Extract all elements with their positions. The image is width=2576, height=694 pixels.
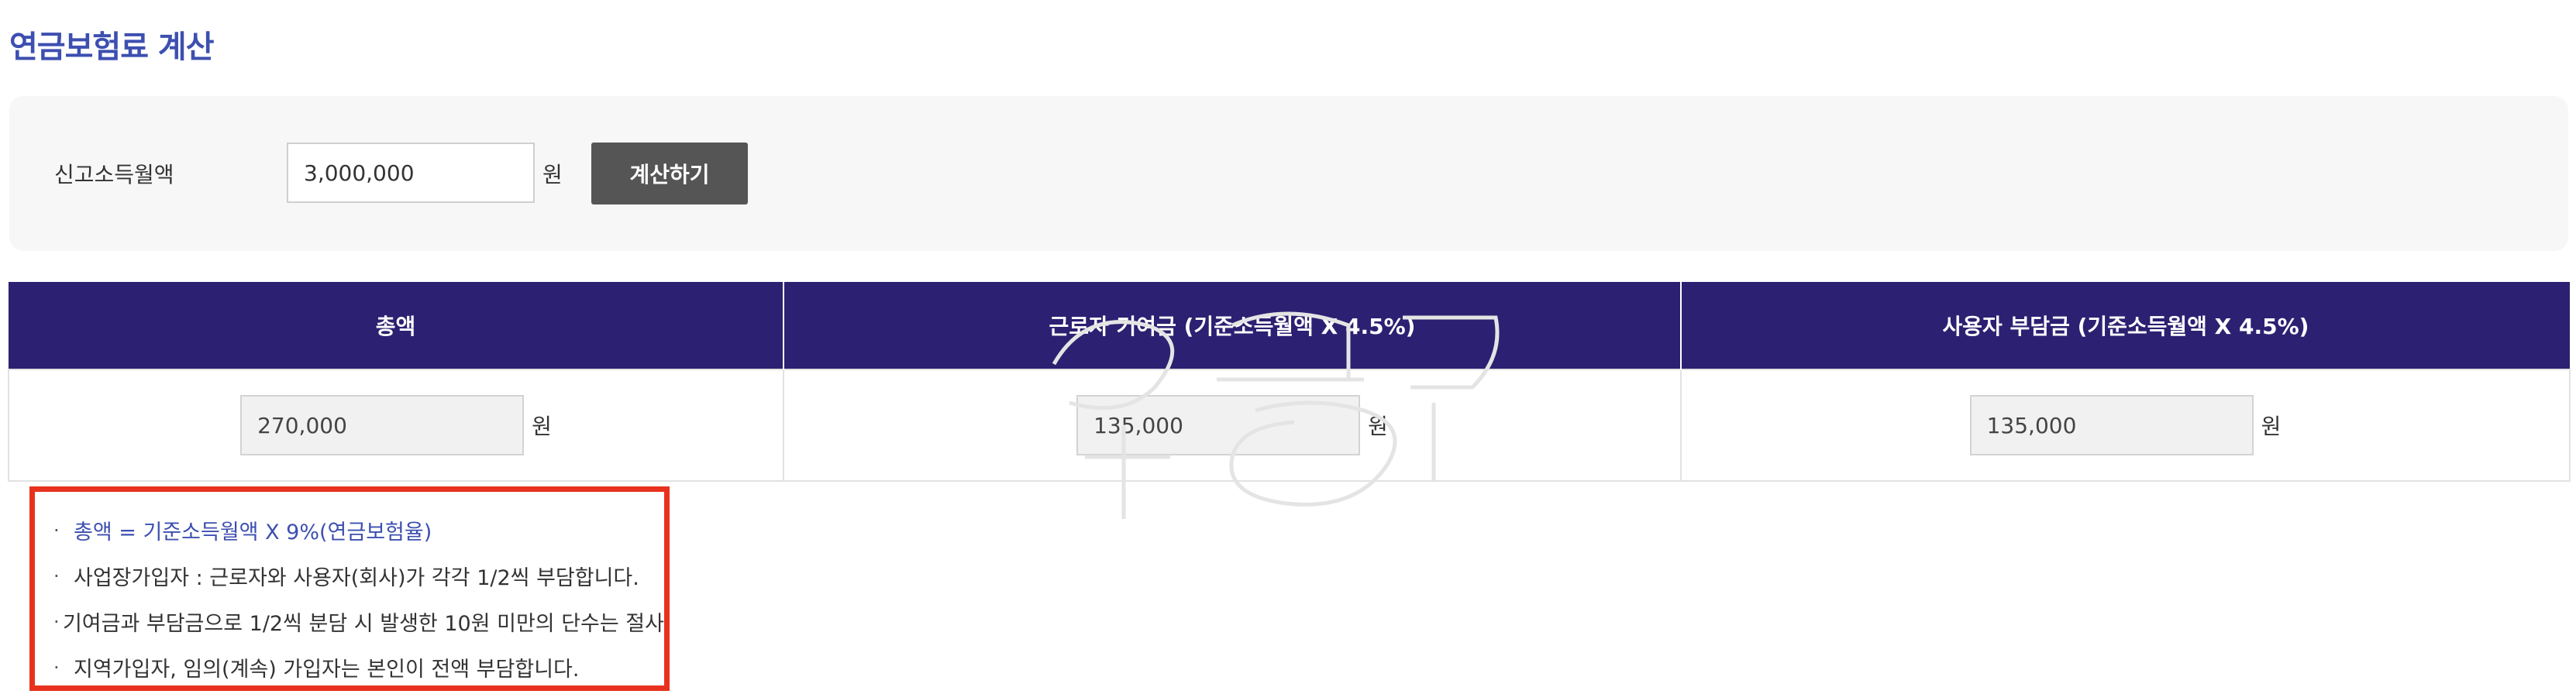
note-text: 기여금과 부담금으로 1/2씩 분담 시 발생한 10원 미만의 단수는 절사 — [62, 612, 664, 636]
notes-highlight-box: · 총액 = 기준소득월액 X 9%(연금보험율) · 사업장가입자 : 근로자… — [29, 486, 670, 691]
employee-amount-field[interactable] — [1076, 395, 1361, 455]
note-text: 사업장가입자 : 근로자와 사용자(회사)가 각각 1/2씩 부담합니다. — [74, 566, 639, 590]
result-table-header-row: 총액 근로자 기여금 (기준소득월액 X 4.5%) 사용자 부담금 (기준소득… — [9, 282, 2570, 369]
note-item: · 지역가입자, 임의(계속) 가입자는 본인이 전액 부담합니다. — [53, 644, 664, 690]
table-row: 원 원 원 — [8, 369, 2571, 482]
income-label: 신고소득월액 — [54, 162, 174, 187]
income-input-panel: 신고소득월액 원 계산하기 — [9, 96, 2568, 251]
calculate-button[interactable]: 계산하기 — [591, 143, 748, 204]
employer-cell: 원 — [1680, 369, 2571, 482]
total-unit-label: 원 — [532, 414, 552, 439]
note-bullet: · — [53, 610, 60, 633]
total-amount-field[interactable] — [240, 395, 525, 455]
page-title: 연금보험료 계산 — [9, 29, 215, 65]
header-total: 총액 — [9, 282, 784, 369]
income-unit-label: 원 — [542, 162, 563, 187]
note-bullet: · — [53, 519, 60, 541]
note-bullet: · — [53, 565, 60, 587]
employer-unit-label: 원 — [2261, 414, 2282, 439]
note-text: 지역가입자, 임의(계속) 가입자는 본인이 전액 부담합니다. — [74, 658, 580, 682]
note-item: · 사업장가입자 : 근로자와 사용자(회사)가 각각 1/2씩 부담합니다. — [53, 553, 664, 599]
note-item: · 총액 = 기준소득월액 X 9%(연금보험율) — [53, 507, 664, 553]
total-cell: 원 — [8, 369, 784, 482]
employer-amount-field[interactable] — [1969, 395, 2254, 455]
employee-unit-label: 원 — [1368, 414, 1388, 439]
result-table: 총액 근로자 기여금 (기준소득월액 X 4.5%) 사용자 부담금 (기준소득… — [8, 282, 2571, 482]
note-bullet: · — [53, 656, 60, 679]
income-input[interactable] — [287, 143, 535, 203]
employee-cell: 원 — [783, 369, 1682, 482]
note-text: 총액 = 기준소득월액 X 9%(연금보험율) — [74, 520, 432, 545]
header-employer-contribution: 사용자 부담금 (기준소득월액 X 4.5%) — [1681, 282, 2570, 369]
note-item: · 기여금과 부담금으로 1/2씩 분담 시 발생한 10원 미만의 단수는 절… — [53, 599, 664, 644]
header-employee-contribution: 근로자 기여금 (기준소득월액 X 4.5%) — [783, 282, 1682, 369]
